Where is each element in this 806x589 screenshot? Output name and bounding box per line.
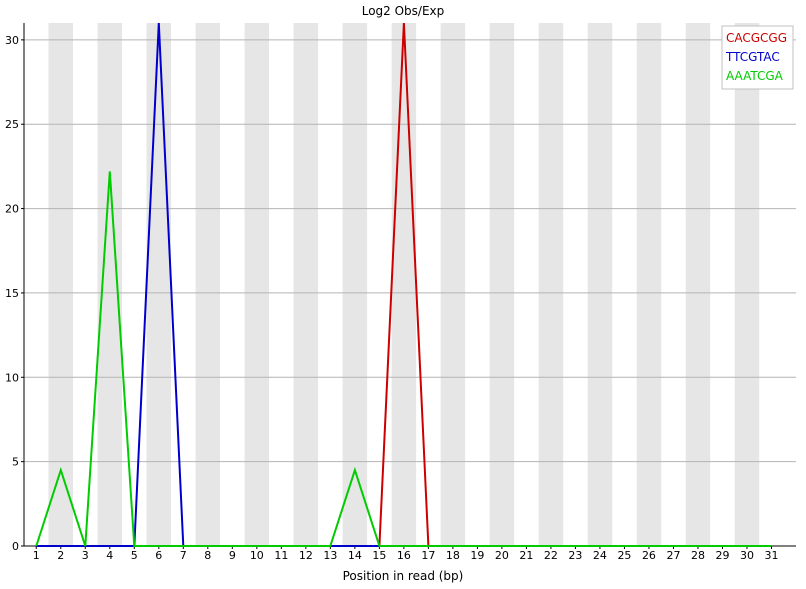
band-28: [685, 23, 711, 546]
x-tick-label-29: 29: [715, 549, 729, 562]
band-12: [293, 23, 319, 546]
x-tick-label-15: 15: [372, 549, 386, 562]
x-tick-label-9: 9: [229, 549, 236, 562]
band-20: [489, 23, 515, 546]
x-tick-label-2: 2: [57, 549, 64, 562]
x-tick-label-10: 10: [250, 549, 264, 562]
x-tick-label-24: 24: [593, 549, 607, 562]
x-tick-label-25: 25: [617, 549, 631, 562]
x-tick-label-11: 11: [274, 549, 288, 562]
x-tick-label-30: 30: [740, 549, 754, 562]
x-tick-label-7: 7: [180, 549, 187, 562]
x-tick-label-12: 12: [299, 549, 313, 562]
x-tick-label-17: 17: [421, 549, 435, 562]
x-tick-label-16: 16: [397, 549, 411, 562]
x-tick-label-26: 26: [642, 549, 656, 562]
y-tick-label-5: 5: [12, 456, 19, 469]
x-tick-label-19: 19: [470, 549, 484, 562]
x-tick-label-8: 8: [204, 549, 211, 562]
x-tick-label-31: 31: [764, 549, 778, 562]
band-30: [734, 23, 760, 546]
y-tick-label-20: 20: [5, 203, 19, 216]
band-8: [195, 23, 221, 546]
y-tick-label-25: 25: [5, 118, 19, 131]
x-tick-label-1: 1: [33, 549, 40, 562]
x-tick-label-5: 5: [131, 549, 138, 562]
x-tick-label-13: 13: [323, 549, 337, 562]
x-tick-label-23: 23: [568, 549, 582, 562]
legend-entry-TTCGTAC: TTCGTAC: [725, 50, 780, 64]
y-tick-label-30: 30: [5, 34, 19, 47]
x-tick-label-22: 22: [544, 549, 558, 562]
band-10: [244, 23, 270, 546]
x-axis-label: Position in read (bp): [343, 569, 464, 583]
x-tick-label-20: 20: [495, 549, 509, 562]
x-tick-label-4: 4: [106, 549, 113, 562]
x-tick-label-28: 28: [691, 549, 705, 562]
y-tick-label-0: 0: [12, 540, 19, 553]
band-26: [636, 23, 662, 546]
chart-title: Log2 Obs/Exp: [362, 4, 445, 18]
band-18: [440, 23, 466, 546]
band-6: [146, 23, 172, 546]
legend: CACGCGG TTCGTAC AAATCGA: [721, 25, 794, 90]
y-tick-label-15: 15: [5, 287, 19, 300]
x-tick-label-27: 27: [666, 549, 680, 562]
band-24: [587, 23, 613, 546]
y-tick-label-10: 10: [5, 371, 19, 384]
x-tick-label-18: 18: [446, 549, 460, 562]
band-4: [97, 23, 123, 546]
x-tick-label-14: 14: [348, 549, 362, 562]
chart: 0 5 10 15 20 25 30 1 2 3 4 5 6 7 8 9 10 11 12 13 14 15 16 17 18 1…: [0, 0, 806, 585]
band-16: [391, 23, 417, 546]
band-22: [538, 23, 564, 546]
legend-entry-CACGCGG: CACGCGG: [726, 31, 787, 45]
legend-entry-AAATCGA: AAATCGA: [726, 69, 784, 83]
x-tick-label-21: 21: [519, 549, 533, 562]
x-tick-label-3: 3: [82, 549, 89, 562]
x-tick-label-6: 6: [155, 549, 162, 562]
chart-svg: 0510152025301 2 3 4 5 6 7 8 9 10 11 12 13 14 15 16 17 18 1…: [5, 4, 796, 583]
